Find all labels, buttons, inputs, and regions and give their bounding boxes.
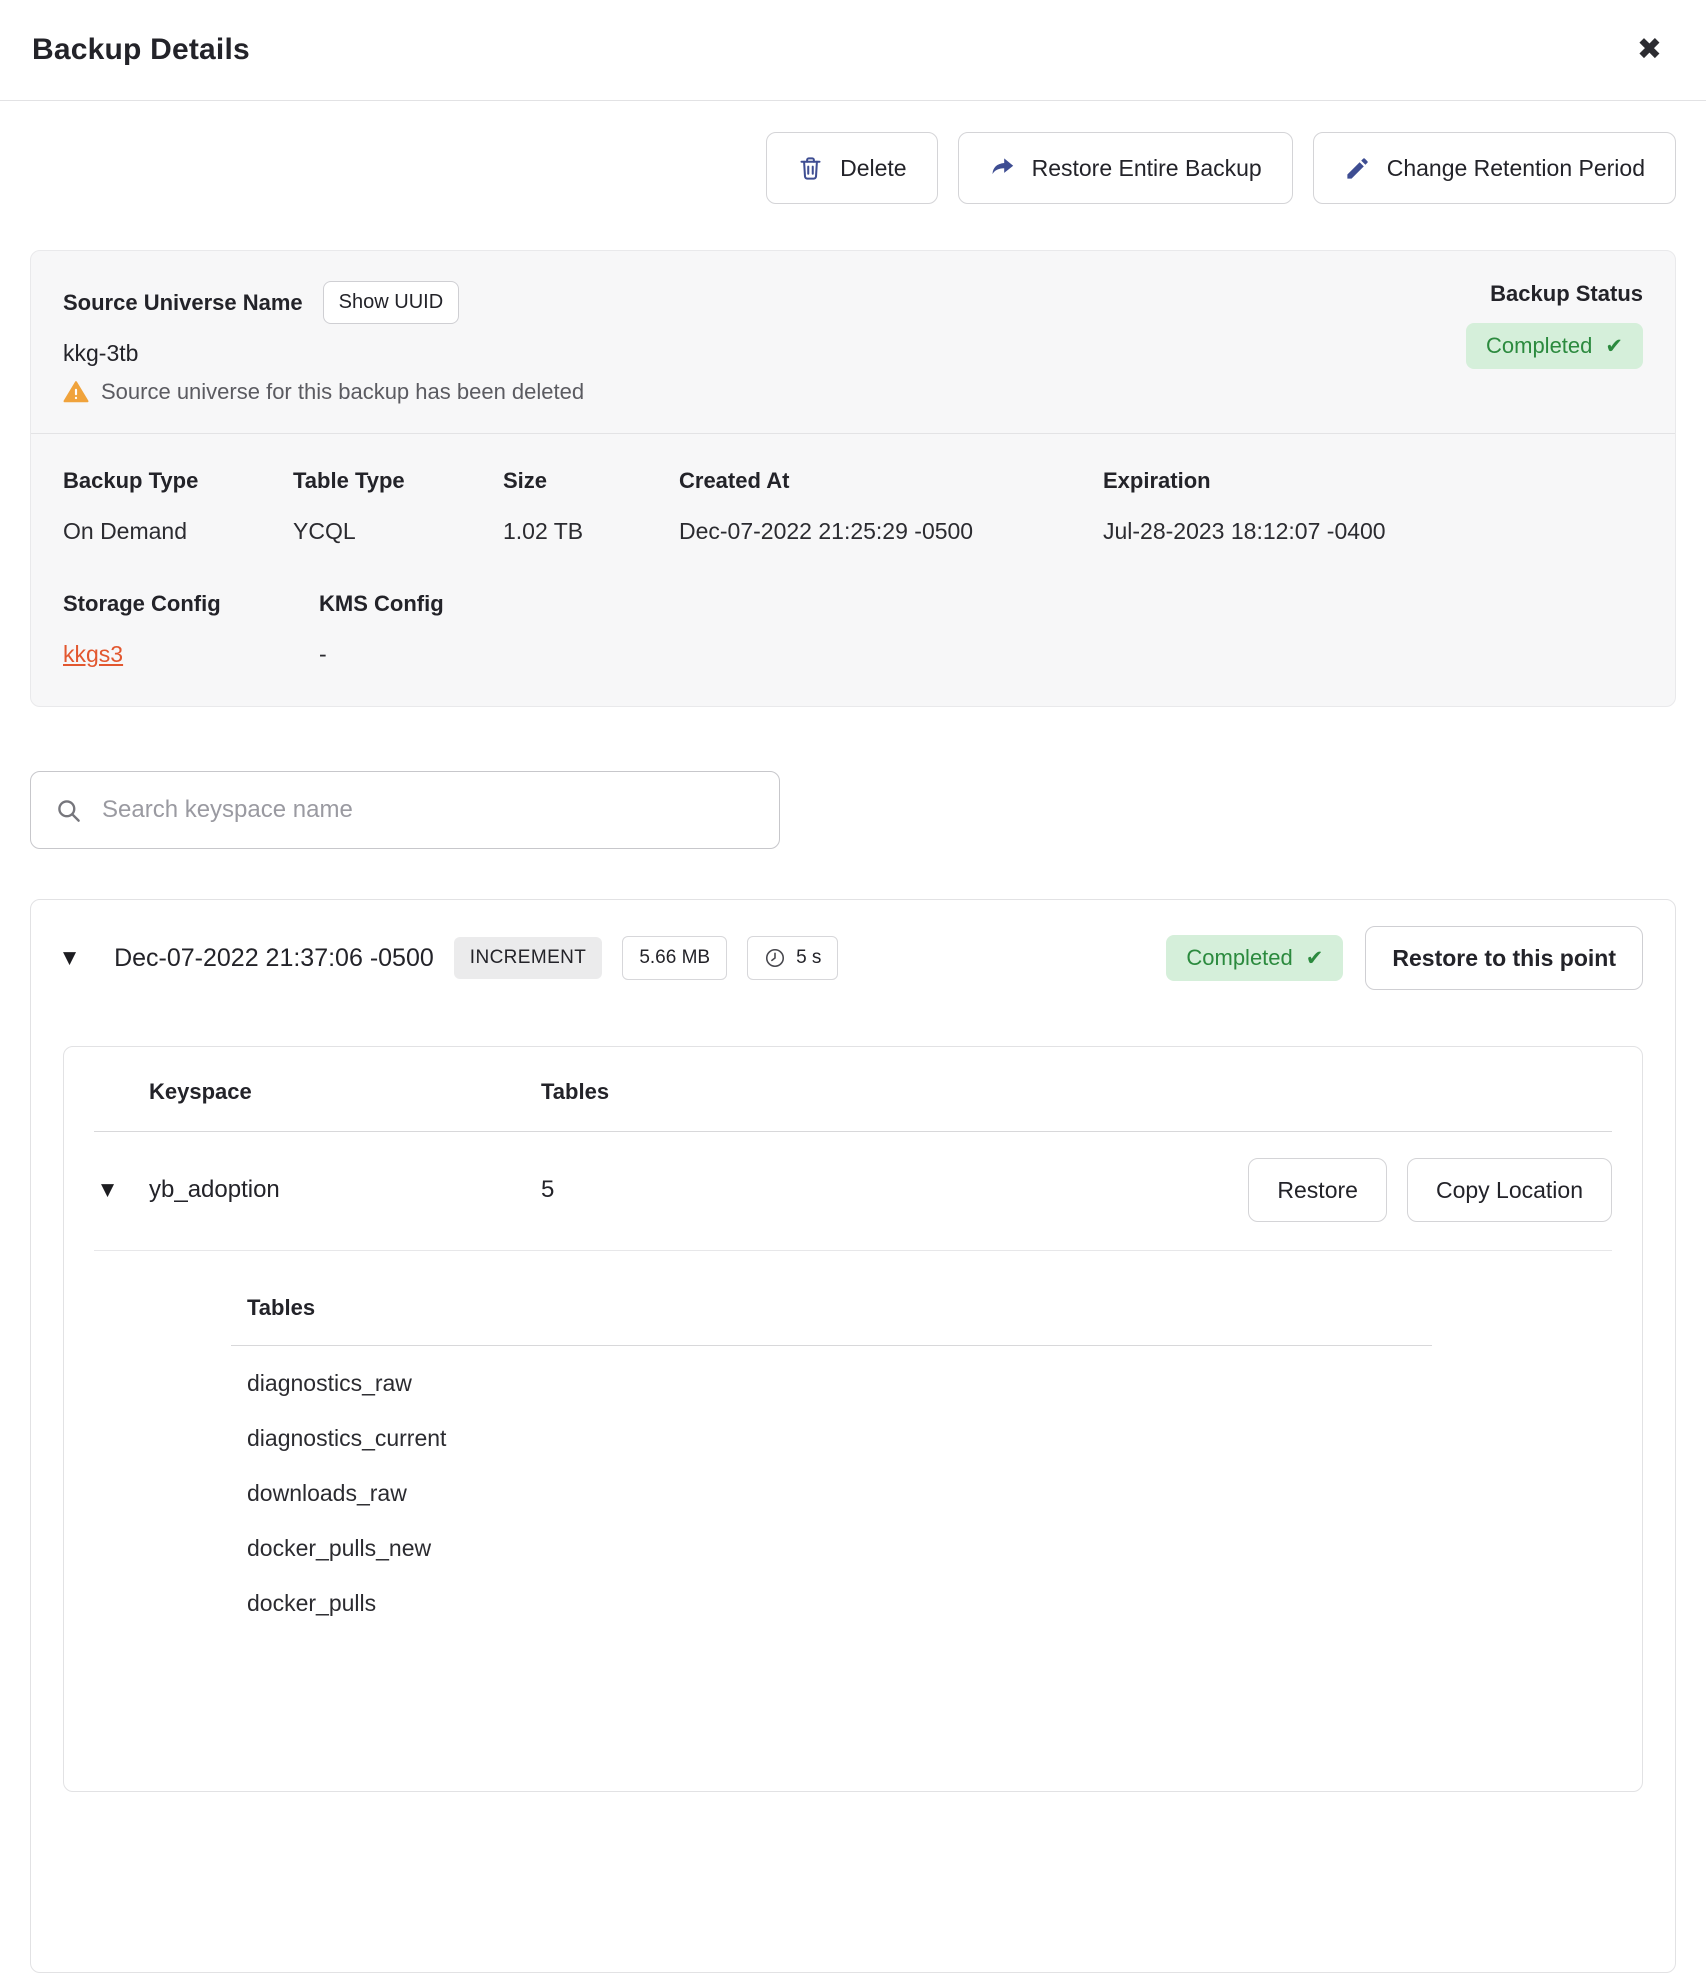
keyspace-table-count: 5 xyxy=(541,1176,1248,1204)
page-title: Backup Details xyxy=(32,33,250,67)
tables-column-header: Tables xyxy=(541,1079,1612,1105)
delete-button-label: Delete xyxy=(840,155,906,182)
storage-config-link[interactable]: kkgs3 xyxy=(63,641,123,667)
tables-sublist-header: Tables xyxy=(231,1295,1432,1321)
universe-name: kkg-3tb xyxy=(63,340,584,367)
clock-icon xyxy=(764,947,786,969)
increment-type-chip: INCREMENT xyxy=(454,937,603,979)
field-backup-type: Backup Type On Demand xyxy=(63,468,293,545)
trash-icon xyxy=(797,155,824,182)
table-list-item: docker_pulls_new xyxy=(231,1521,1432,1576)
warning-icon xyxy=(63,379,89,405)
table-list-item: docker_pulls xyxy=(231,1576,1432,1631)
chevron-down-icon[interactable]: ▼ xyxy=(63,950,76,967)
close-icon[interactable]: ✖ xyxy=(1633,31,1666,69)
increment-timestamp: Dec-07-2022 21:37:06 -0500 xyxy=(114,944,434,973)
increment-status-badge: Completed ✔ xyxy=(1166,935,1343,981)
source-universe-label: Source Universe Name xyxy=(63,290,303,316)
increment-header-row[interactable]: ▼ Dec-07-2022 21:37:06 -0500 INCREMENT 5… xyxy=(63,926,1643,990)
keyspace-row[interactable]: ▼ yb_adoption 5 Restore Copy Location xyxy=(64,1132,1642,1250)
keyspace-column-header: Keyspace xyxy=(149,1079,541,1105)
field-expiration: Expiration Jul-28-2023 18:12:07 -0400 xyxy=(1103,468,1643,545)
table-list-item: diagnostics_raw xyxy=(231,1356,1432,1411)
search-box[interactable] xyxy=(30,771,780,849)
increment-duration-text: 5 s xyxy=(796,947,821,969)
tables-sublist: Tables diagnostics_raw diagnostics_curre… xyxy=(231,1295,1432,1631)
copy-location-button[interactable]: Copy Location xyxy=(1407,1158,1612,1222)
status-badge: Completed ✔ xyxy=(1466,323,1643,369)
divider xyxy=(231,1345,1432,1346)
summary-panel: Source Universe Name Show UUID kkg-3tb S… xyxy=(30,250,1676,707)
forward-arrow-icon xyxy=(989,155,1016,182)
restore-button[interactable]: Restore xyxy=(1248,1158,1387,1222)
search-icon xyxy=(55,797,82,824)
restore-entire-backup-button[interactable]: Restore Entire Backup xyxy=(958,132,1293,204)
divider xyxy=(94,1250,1612,1251)
show-uuid-button[interactable]: Show UUID xyxy=(323,281,459,324)
chevron-down-icon[interactable]: ▼ xyxy=(101,1182,149,1199)
field-size: Size 1.02 TB xyxy=(503,468,679,545)
toolbar: Delete Restore Entire Backup Change Rete… xyxy=(0,101,1706,204)
warning-text: Source universe for this backup has been… xyxy=(101,379,584,405)
search-row xyxy=(30,771,1676,849)
backup-status-label: Backup Status xyxy=(1466,281,1643,307)
field-table-type: Table Type YCQL xyxy=(293,468,503,545)
increment-duration-chip: 5 s xyxy=(747,936,838,980)
increment-size-chip: 5.66 MB xyxy=(622,936,727,980)
increment-card: ▼ Dec-07-2022 21:37:06 -0500 INCREMENT 5… xyxy=(30,899,1676,1973)
check-icon: ✔ xyxy=(1605,334,1623,358)
change-retention-label: Change Retention Period xyxy=(1387,155,1645,182)
pencil-icon xyxy=(1344,155,1371,182)
field-storage-config: Storage Config kkgs3 xyxy=(63,591,319,668)
table-list-item: downloads_raw xyxy=(231,1466,1432,1521)
field-kms-config: KMS Config - xyxy=(319,591,1643,668)
status-badge-text: Completed xyxy=(1486,333,1592,359)
field-created-at: Created At Dec-07-2022 21:25:29 -0500 xyxy=(679,468,1103,545)
search-input[interactable] xyxy=(100,795,755,825)
delete-button[interactable]: Delete xyxy=(766,132,937,204)
restore-to-this-point-button[interactable]: Restore to this point xyxy=(1365,926,1643,990)
modal-header: Backup Details ✖ xyxy=(0,0,1706,101)
change-retention-button[interactable]: Change Retention Period xyxy=(1313,132,1676,204)
restore-entire-backup-label: Restore Entire Backup xyxy=(1032,155,1262,182)
check-icon: ✔ xyxy=(1306,946,1324,970)
table-list-item: diagnostics_current xyxy=(231,1411,1432,1466)
increment-status-text: Completed xyxy=(1186,945,1292,971)
keyspace-name: yb_adoption xyxy=(149,1176,541,1204)
keyspace-table: Keyspace Tables ▼ yb_adoption 5 Restore … xyxy=(63,1046,1643,1792)
keyspace-table-header: Keyspace Tables xyxy=(64,1079,1642,1105)
